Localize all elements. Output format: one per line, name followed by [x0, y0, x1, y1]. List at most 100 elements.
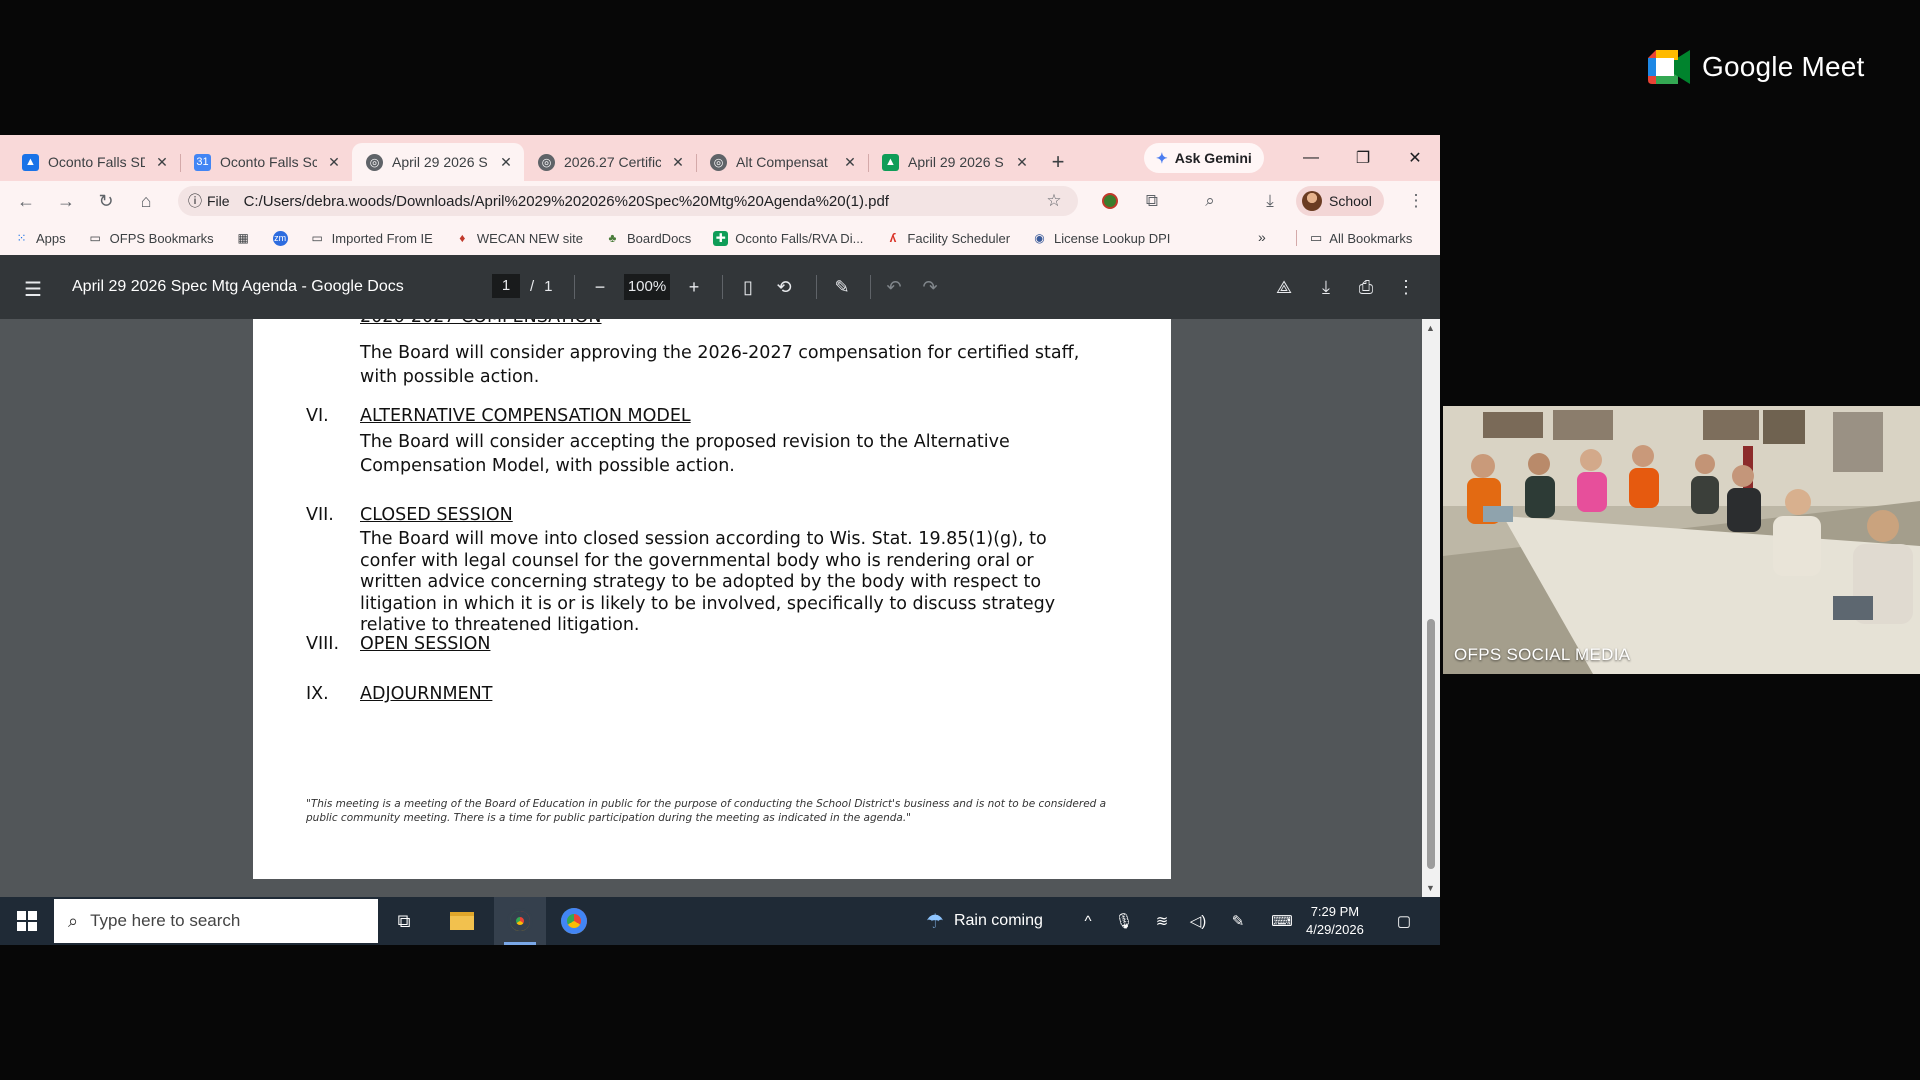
address-url[interactable]: C:/Users/debra.woods/Downloads/April%202… [244, 193, 889, 210]
browser-tab-strip: ▲ Oconto Falls SD ✕ 31 Oconto Falls Sc ✕… [0, 135, 1440, 181]
toolbar-divider [816, 275, 817, 299]
bookmark-label: OFPS Bookmarks [109, 230, 214, 246]
restore-button[interactable]: ❐ [1338, 135, 1388, 181]
taskbar-search-placeholder: Type here to search [90, 911, 241, 930]
file-explorer-icon[interactable] [436, 897, 488, 945]
taskbar-search-box[interactable]: ⌕ Type here to search [54, 899, 378, 943]
agenda-item-description: The Board will move into closed session … [360, 529, 1056, 635]
bookmark-grid[interactable]: ▦ [236, 231, 251, 246]
browser-tab[interactable]: ▲ April 29 2026 S ✕ [868, 143, 1040, 181]
pdf-viewport[interactable]: 2026-2027 COMPENSATION The Board will co… [0, 319, 1440, 897]
site-info-chip[interactable]: ⓘ File [188, 191, 236, 211]
browser-tab[interactable]: 31 Oconto Falls Sc ✕ [180, 143, 353, 181]
bookmark-zoom[interactable]: zm [272, 230, 288, 246]
weather-text: Rain coming [953, 912, 1043, 929]
ask-gemini-button[interactable]: ✦ Ask Gemini [1144, 143, 1264, 173]
participant-video-tile[interactable]: OFPS SOCIAL MEDIA [1443, 406, 1920, 674]
wifi-icon[interactable]: ≋ [1152, 911, 1172, 931]
taskbar-clock[interactable]: 7:29 PM 4/29/2026 [1306, 903, 1364, 939]
close-icon[interactable]: ✕ [326, 154, 342, 171]
menu-kebab-icon[interactable]: ⋮ [1394, 275, 1418, 299]
globe-icon: ◎ [538, 153, 555, 171]
bookmark-label: Apps [36, 230, 66, 246]
home-icon[interactable]: ⌂ [126, 181, 166, 221]
bookmark-star-icon[interactable]: ☆ [1040, 187, 1068, 215]
reload-icon[interactable]: ↻ [86, 181, 126, 221]
avatar [1302, 191, 1322, 211]
download-icon[interactable]: ⤓ [1314, 275, 1338, 299]
page-number-input[interactable]: 1 [492, 274, 520, 298]
scroll-down-arrow-icon[interactable]: ▼ [1426, 883, 1435, 893]
close-icon[interactable]: ✕ [154, 154, 170, 171]
bookmark-ofps[interactable]: ▭ OFPS Bookmarks [88, 230, 214, 246]
close-window-button[interactable]: ✕ [1390, 135, 1440, 181]
zoom-out-icon[interactable]: − [588, 275, 612, 299]
tab-search-icon[interactable]: ⌕ [1196, 187, 1224, 215]
bookmark-facility[interactable]: ʎ Facility Scheduler [885, 231, 1010, 246]
browser-tab[interactable]: ◎ Alt Compensat ✕ [696, 143, 869, 181]
scroll-thumb[interactable] [1427, 619, 1435, 869]
browser-tab[interactable]: ▲ Oconto Falls SD ✕ [8, 143, 181, 181]
globe-icon: ◎ [366, 153, 383, 171]
bookmark-oconto-sheet[interactable]: ✚ Oconto Falls/RVA Di... [713, 230, 863, 246]
bookmark-label: WECAN NEW site [476, 230, 583, 246]
bookmark-wecan[interactable]: ♦ WECAN NEW site [455, 231, 583, 246]
windows-start-icon[interactable] [0, 897, 54, 945]
google-meet-brand: Google Meet [1648, 50, 1865, 84]
minimize-button[interactable]: — [1286, 135, 1336, 181]
notifications-icon[interactable]: ▢ [1394, 911, 1414, 931]
clock-time: 7:29 PM [1310, 904, 1360, 919]
info-icon: ⓘ [188, 193, 202, 209]
undo-icon[interactable]: ↶ [882, 275, 906, 299]
close-icon[interactable]: ✕ [498, 154, 514, 171]
pdf-toolbar: ☰ April 29 2026 Spec Mtg Agenda - Google… [0, 255, 1440, 319]
browser-tab-active[interactable]: ◎ April 29 2026 S ✕ [352, 143, 524, 181]
pdf-scrollbar[interactable]: ▲ ▼ [1422, 319, 1440, 897]
agenda-item-description: The Board will consider approving the 20… [360, 343, 1080, 387]
google-drive-icon: ▲ [882, 153, 899, 171]
close-icon[interactable]: ✕ [1014, 154, 1030, 171]
weather-widget[interactable]: ☂ Rain coming [926, 897, 1043, 945]
browser-tab[interactable]: ◎ 2026.27 Certific ✕ [524, 143, 697, 181]
extensions-puzzle-icon[interactable]: ⧉ [1138, 187, 1166, 215]
bookmark-label: Imported From IE [331, 230, 433, 246]
bookmark-apps[interactable]: ⁙ Apps [14, 230, 66, 246]
volume-icon[interactable]: ◁) [1188, 911, 1208, 931]
bookmark-imported[interactable]: ▭ Imported From IE [310, 231, 433, 246]
download-icon[interactable]: ⤓ [1256, 187, 1284, 215]
tab-title: April 29 2026 S [392, 154, 488, 170]
rotate-icon[interactable]: ⟲ [772, 275, 796, 299]
search-icon: ⌕ [68, 910, 79, 931]
chrome-taskbar-icon[interactable] [494, 897, 546, 945]
zoom-level-input[interactable]: 100% [624, 274, 670, 300]
zoom-in-icon[interactable]: + [682, 275, 706, 299]
forward-arrow-icon[interactable]: → [46, 181, 86, 221]
back-arrow-icon[interactable]: ← [6, 181, 46, 221]
all-bookmarks-button[interactable]: ▭ All Bookmarks [1310, 221, 1412, 255]
print-icon[interactable]: ⎙ [1354, 275, 1378, 299]
hamburger-menu-icon[interactable]: ☰ [24, 277, 42, 302]
bookmarks-overflow-icon[interactable]: » [1258, 229, 1266, 245]
close-icon[interactable]: ✕ [670, 154, 686, 171]
chevron-up-icon[interactable]: ^ [1078, 911, 1098, 931]
close-icon[interactable]: ✕ [842, 154, 858, 171]
pen-icon[interactable]: ✎ [1228, 911, 1248, 931]
redo-icon[interactable]: ↷ [918, 275, 942, 299]
profile-button[interactable]: School [1296, 186, 1384, 216]
chrome-taskbar-icon-2[interactable] [548, 897, 600, 945]
scroll-up-arrow-icon[interactable]: ▲ [1426, 323, 1435, 333]
new-tab-button[interactable]: + [1040, 143, 1076, 181]
toolbar-divider [722, 275, 723, 299]
fit-page-icon[interactable]: ▯ [736, 275, 760, 299]
extension-icon[interactable] [1096, 187, 1124, 215]
menu-kebab-icon[interactable]: ⋮ [1402, 187, 1430, 215]
annotate-pen-icon[interactable]: ✎ [830, 275, 854, 299]
bookmark-license[interactable]: ◉ License Lookup DPI [1032, 231, 1170, 246]
folder-icon: ▭ [89, 231, 101, 245]
address-bar[interactable]: ⓘ File C:/Users/debra.woods/Downloads/Ap… [178, 186, 1078, 216]
drive-save-icon[interactable]: ⟁ [1272, 275, 1296, 299]
microphone-icon[interactable]: 🎙 [1114, 911, 1134, 931]
keyboard-icon[interactable]: ⌨ [1271, 911, 1293, 931]
bookmark-boarddocs[interactable]: ♣ BoardDocs [605, 231, 692, 246]
task-view-icon[interactable]: ⧉ [378, 897, 430, 945]
